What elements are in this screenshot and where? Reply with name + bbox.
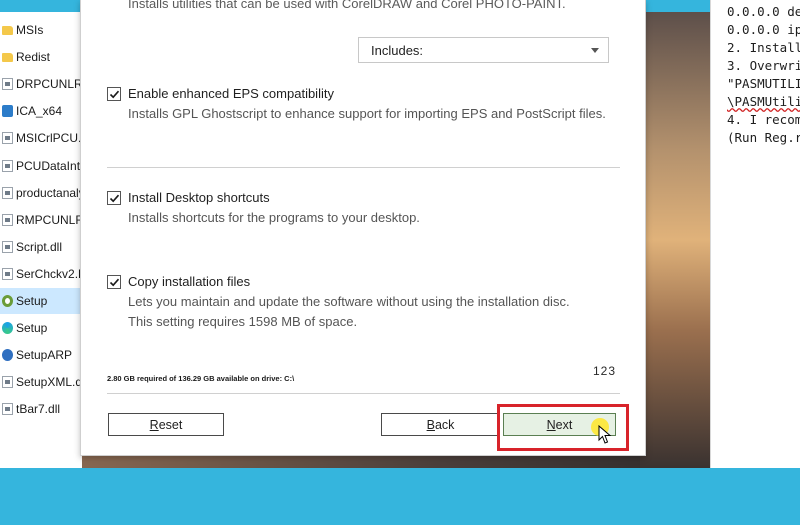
notepad-line: 0.0.0.0 de (727, 4, 800, 19)
dll-file-icon (2, 267, 13, 280)
file-name: RMPCUNLR.dl (16, 212, 82, 227)
chevron-down-icon (591, 48, 599, 53)
dll-file-icon (2, 159, 13, 172)
file-list-item[interactable]: ICA_x64 (0, 98, 82, 124)
notepad-line: 2. Install (727, 40, 800, 55)
includes-dropdown-label: Includes: (371, 42, 424, 58)
checkmark-icon (109, 194, 120, 203)
application-icon (2, 105, 13, 118)
notepad-window: 0.0.0.0 de 0.0.0.0 ip 2. Install 3. Over… (710, 0, 800, 468)
desktop-shortcuts-label[interactable]: Install Desktop shortcuts (128, 190, 270, 205)
copy-installation-files-description: Lets you maintain and update the softwar… (128, 294, 570, 309)
notepad-line: \PASMUtili (727, 94, 800, 109)
dll-file-icon (2, 240, 13, 253)
reset-button[interactable]: Reset (108, 413, 224, 436)
file-name: tBar7.dll (16, 402, 61, 417)
dll-file-icon (2, 78, 13, 91)
setup-gear-icon (2, 295, 13, 307)
checkmark-icon (109, 278, 120, 287)
installer-dialog: Installs utilities that can be used with… (80, 0, 646, 456)
disk-space-summary: 2.80 GB required of 136.29 GB available … (107, 374, 295, 383)
notepad-line: 0.0.0.0 ip (727, 22, 800, 37)
notepad-line: 3. Overwri (727, 58, 800, 73)
eps-compatibility-label[interactable]: Enable enhanced EPS compatibility (128, 86, 334, 101)
file-list-item[interactable]: MSICrlPCU.D (0, 125, 82, 151)
copy-installation-files-label[interactable]: Copy installation files (128, 274, 250, 289)
file-name: Script.dll (16, 239, 63, 254)
file-list-item[interactable]: productanaly (0, 180, 82, 206)
setup-arp-icon (2, 349, 13, 362)
page-indicator: 123 (593, 364, 617, 378)
eps-compatibility-description: Installs GPL Ghostscript to enhance supp… (128, 106, 606, 121)
section-divider (107, 167, 620, 168)
back-button-label: ack (434, 417, 455, 432)
mouse-pointer-icon (598, 425, 612, 444)
file-name: Setup (16, 321, 48, 336)
file-name: DRPCUNLR.d (16, 77, 82, 92)
footer-divider (107, 393, 620, 394)
file-list-item[interactable]: Setup (0, 315, 82, 341)
file-list-item[interactable]: MSIs (0, 17, 82, 43)
file-name: Redist (16, 50, 51, 65)
includes-dropdown[interactable]: Includes: (358, 37, 609, 63)
file-name: SerChckv2.D (16, 266, 82, 281)
desktop-shortcuts-description: Installs shortcuts for the programs to y… (128, 210, 420, 225)
dll-file-icon (2, 376, 13, 389)
file-list-item[interactable]: Redist (0, 44, 82, 70)
file-list-item[interactable]: Script.dll (0, 234, 82, 260)
notepad-line-text: \PASMUtili (727, 94, 800, 109)
back-button-accesskey: B (426, 417, 435, 432)
file-list-item[interactable]: Setup (0, 288, 82, 314)
file-list-item[interactable]: SetupARP (0, 342, 82, 368)
dll-file-icon (2, 403, 13, 416)
file-explorer-list: MSIs Redist DRPCUNLR.d ICA_x64 MSICrlPCU.D PC… (0, 12, 82, 468)
copy-installation-files-space-note: This setting requires 1598 MB of space. (128, 314, 358, 329)
copy-installation-files-checkbox[interactable] (107, 275, 121, 289)
taskbar-bottom-strip (0, 468, 800, 525)
eps-compatibility-checkbox[interactable] (107, 87, 121, 101)
file-name: productanaly (16, 185, 82, 200)
file-name: MSICrlPCU.D (16, 131, 82, 146)
notepad-line: (Run Reg.r (727, 130, 800, 145)
edge-browser-icon (2, 322, 13, 335)
file-list-item[interactable]: SetupXML.dll (0, 369, 82, 395)
file-list-item[interactable]: SerChckv2.D (0, 261, 82, 287)
file-list-item[interactable]: tBar7.dll (0, 396, 82, 422)
notepad-line: "PASMUTILI (727, 76, 800, 91)
reset-button-accesskey: R (149, 417, 159, 432)
desktop-shortcuts-checkbox[interactable] (107, 191, 121, 205)
file-name: PCUDataIntl. (16, 158, 82, 173)
utilities-description: Installs utilities that can be used with… (128, 0, 566, 11)
file-list-item[interactable]: RMPCUNLR.dl (0, 207, 82, 233)
file-list-item[interactable]: PCUDataIntl. (0, 153, 82, 179)
file-name: MSIs (16, 23, 44, 37)
dll-file-icon (2, 132, 13, 145)
dll-file-icon (2, 186, 13, 199)
file-name: Setup (16, 294, 48, 308)
file-name: SetupXML.dll (16, 375, 82, 390)
folder-icon (2, 25, 13, 35)
folder-icon (2, 52, 13, 62)
reset-button-label: eset (158, 417, 183, 432)
file-name: ICA_x64 (16, 104, 63, 119)
file-name: SetupARP (16, 348, 73, 363)
back-button[interactable]: Back (381, 413, 500, 436)
file-list-item[interactable]: DRPCUNLR.d (0, 71, 82, 97)
checkmark-icon (109, 90, 120, 99)
desktop-wallpaper-rock (640, 12, 710, 468)
dll-file-icon (2, 213, 13, 226)
notepad-line: 4. I recom (727, 112, 800, 127)
